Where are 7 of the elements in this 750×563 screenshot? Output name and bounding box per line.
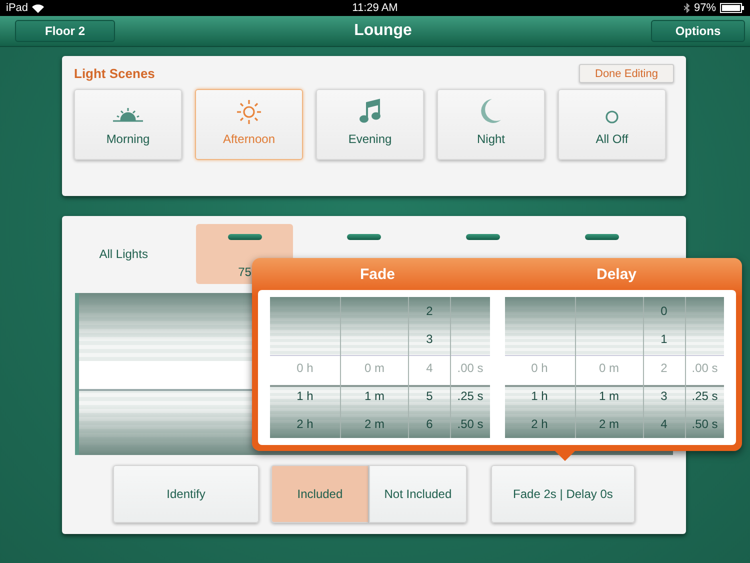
clock-time: 11:29 AM [352, 2, 398, 14]
section-title: Light Scenes [74, 66, 155, 81]
carrier-name: iPad [6, 2, 28, 14]
page-title: Lounge [354, 22, 412, 40]
picker-title: Fade [358, 266, 396, 282]
battery-percentage: 97% [694, 2, 716, 14]
picker-title: Delay [595, 266, 638, 282]
